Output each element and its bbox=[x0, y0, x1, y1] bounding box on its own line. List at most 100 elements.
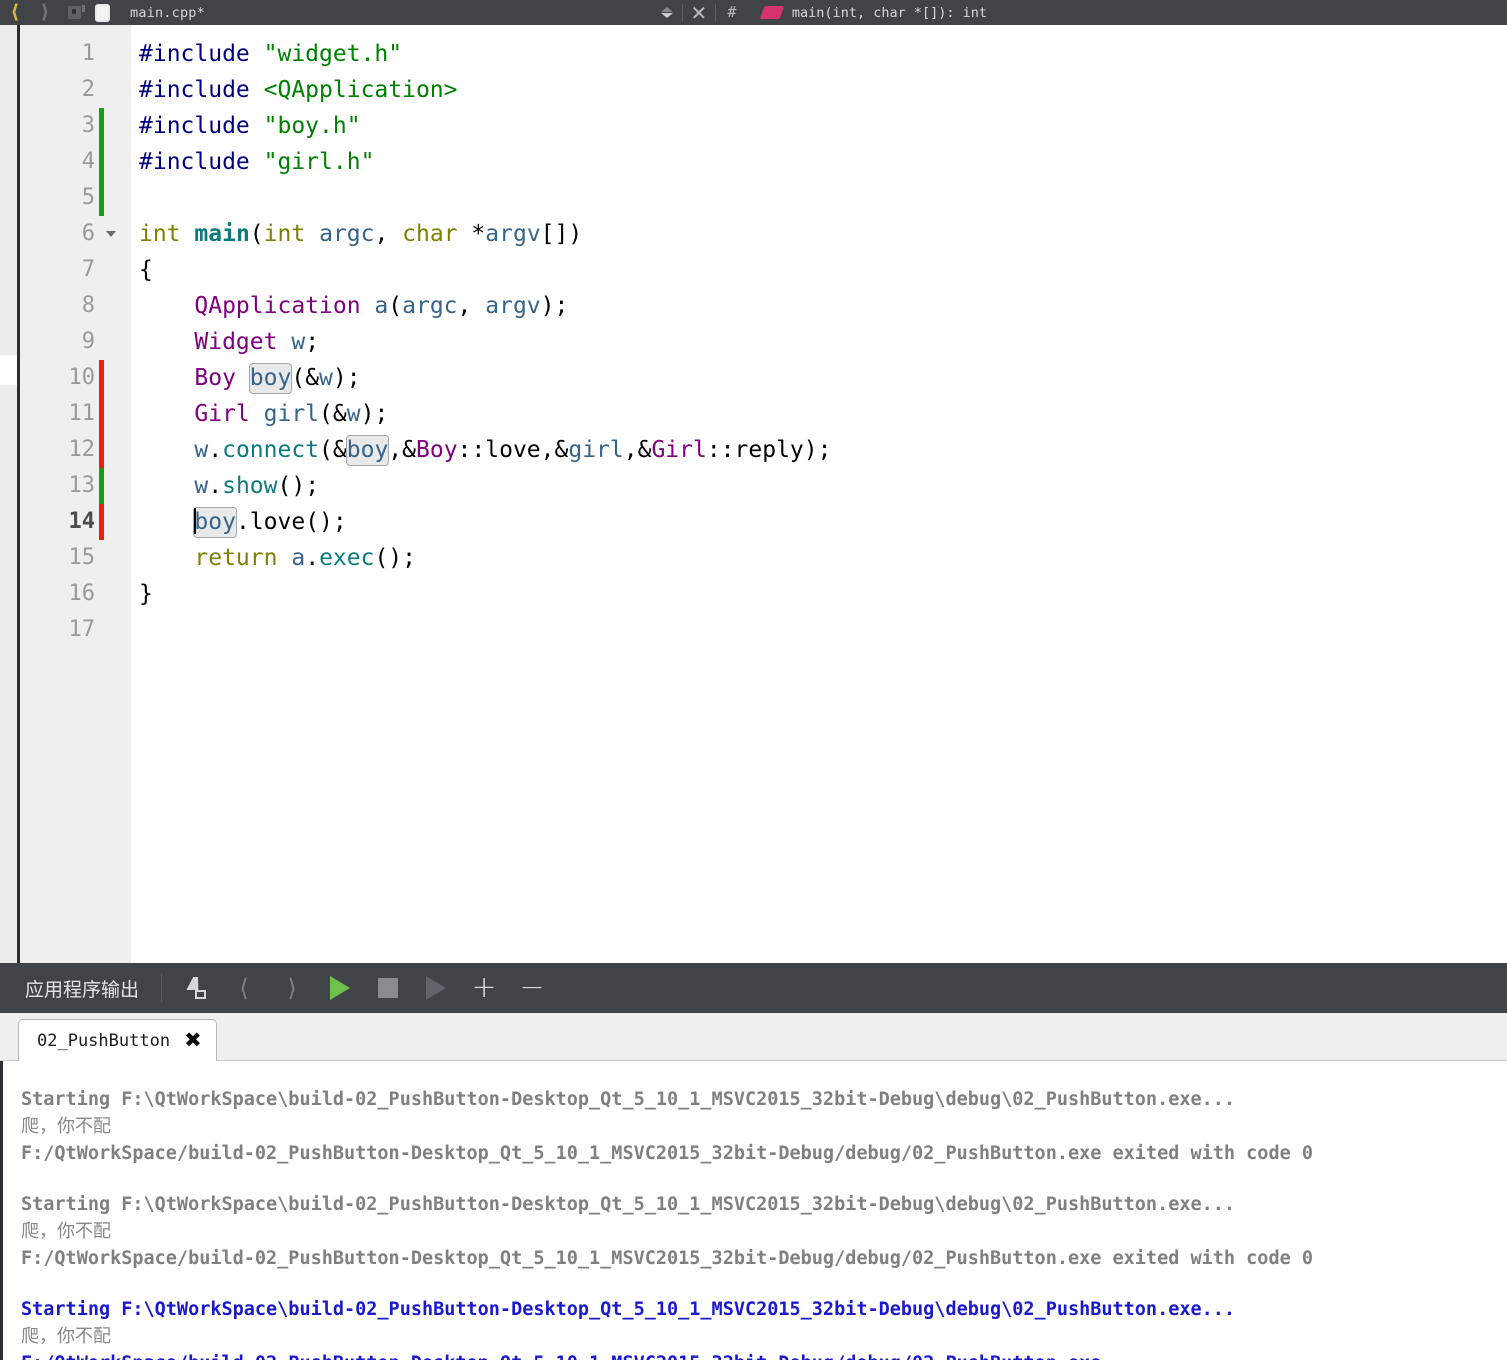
line-number: 10 bbox=[68, 365, 96, 390]
change-marker bbox=[99, 144, 104, 180]
gutter-row[interactable]: 5 bbox=[20, 180, 131, 216]
code-line[interactable]: w.show(); bbox=[131, 468, 1507, 504]
zoom-out-button[interactable]: − bbox=[508, 963, 556, 1013]
close-x-icon[interactable]: ✖ bbox=[184, 1030, 202, 1051]
output-console[interactable]: Starting F:\QtWorkSpace\build-02_PushBut… bbox=[0, 1061, 1507, 1360]
code-line[interactable]: int main(int argc, char *argv[]) bbox=[131, 216, 1507, 252]
fold-toggle-icon[interactable] bbox=[106, 231, 116, 237]
code-line[interactable] bbox=[131, 180, 1507, 216]
code-line[interactable]: Girl girl(&w); bbox=[131, 396, 1507, 432]
change-marker bbox=[99, 360, 104, 396]
occurrence-highlight: boy bbox=[193, 507, 237, 538]
editor-left-notch bbox=[0, 355, 17, 385]
stop-button[interactable] bbox=[364, 963, 412, 1013]
output-tab-label: 02_PushButton bbox=[37, 1030, 171, 1051]
code-editor[interactable]: 1 2 3 4 5 6 7 8 9 10 11 12 13 14 15 16 17 #include "widg… bbox=[0, 25, 1507, 963]
hash-icon: # bbox=[727, 3, 737, 21]
line-number: 3 bbox=[81, 113, 95, 138]
gutter-row[interactable]: 4 bbox=[20, 144, 131, 180]
symbol-selector[interactable]: main(int, char *[]): int bbox=[792, 5, 987, 21]
line-number: 1 bbox=[81, 41, 95, 66]
next-item-button[interactable]: ⟩ bbox=[268, 963, 316, 1013]
line-number: 13 bbox=[68, 473, 96, 498]
code-line[interactable]: } bbox=[131, 576, 1507, 612]
chevron-left-icon: ⟨ bbox=[10, 1, 20, 23]
change-marker bbox=[99, 468, 104, 504]
output-line: 爬，你不配 bbox=[21, 1326, 111, 1347]
line-number: 4 bbox=[81, 149, 95, 174]
lock-toggle-button[interactable] bbox=[60, 0, 88, 25]
chevron-left-icon: ⟨ bbox=[239, 974, 249, 1002]
code-line[interactable]: return a.exec(); bbox=[131, 540, 1507, 576]
line-number: 6 bbox=[81, 221, 95, 246]
gutter-row[interactable]: 16 bbox=[20, 576, 131, 612]
arrow-up-icon bbox=[660, 7, 673, 12]
line-number-column: 1 2 3 4 5 6 7 8 9 10 11 12 13 14 15 16 17 bbox=[20, 36, 131, 648]
zoom-in-button[interactable]: + bbox=[460, 963, 508, 1013]
line-number: 14 bbox=[68, 509, 96, 534]
gutter-row[interactable]: 6 bbox=[20, 216, 131, 252]
code-line[interactable]: #include "boy.h" bbox=[131, 108, 1507, 144]
output-pane-title: 应用程序输出 bbox=[25, 978, 140, 1001]
gutter-row[interactable]: 11 bbox=[20, 396, 131, 432]
code-line[interactable]: w.connect(&boy,&Boy::love,&girl,&Girl::r… bbox=[131, 432, 1507, 468]
code-line[interactable] bbox=[131, 612, 1507, 648]
close-document-button[interactable]: ✕ bbox=[685, 0, 713, 25]
code-line[interactable]: #include "girl.h" bbox=[131, 144, 1507, 180]
close-x-icon: ✕ bbox=[690, 0, 708, 25]
change-marker bbox=[99, 108, 104, 144]
toolbar-divider-1 bbox=[681, 3, 683, 22]
code-line[interactable]: QApplication a(argc, argv); bbox=[131, 288, 1507, 324]
gutter-row[interactable]: 7 bbox=[20, 252, 131, 288]
open-file-name[interactable]: main.cpp* bbox=[130, 5, 205, 21]
prev-item-button[interactable]: ⟨ bbox=[220, 963, 268, 1013]
line-number: 11 bbox=[68, 401, 96, 426]
debug-button[interactable] bbox=[412, 963, 460, 1013]
function-marker-icon bbox=[759, 6, 785, 19]
code-line[interactable]: Widget w; bbox=[131, 324, 1507, 360]
code-line[interactable]: #include "widget.h" bbox=[131, 36, 1507, 72]
gutter-row[interactable]: 1 bbox=[20, 36, 131, 72]
code-line[interactable]: boy.love(); bbox=[131, 504, 1507, 540]
debug-play-icon bbox=[426, 976, 447, 1000]
gutter-row[interactable]: 14 bbox=[20, 504, 131, 540]
gutter-row[interactable]: 13 bbox=[20, 468, 131, 504]
output-divider bbox=[161, 974, 163, 1002]
play-icon bbox=[330, 976, 351, 1000]
gutter-row[interactable]: 17 bbox=[20, 612, 131, 648]
gutter-row[interactable]: 2 bbox=[20, 72, 131, 108]
output-tab-02-pushbutton[interactable]: 02_PushButton ✖ bbox=[18, 1019, 217, 1061]
gutter-row[interactable]: 10 bbox=[20, 360, 131, 396]
line-number: 5 bbox=[81, 185, 95, 210]
code-line[interactable]: { bbox=[131, 252, 1507, 288]
gutter-row[interactable]: 3 bbox=[20, 108, 131, 144]
clear-button[interactable] bbox=[172, 963, 220, 1013]
code-text-area[interactable]: #include "widget.h" #include <QApplicatio… bbox=[131, 25, 1507, 963]
editor-gutter[interactable]: 1 2 3 4 5 6 7 8 9 10 11 12 13 14 15 16 17 bbox=[17, 25, 131, 963]
gutter-row[interactable]: 8 bbox=[20, 288, 131, 324]
output-line: Starting F:\QtWorkSpace\build-02_PushBut… bbox=[21, 1089, 1236, 1110]
document-selector-button[interactable] bbox=[88, 0, 116, 25]
split-editor-button[interactable]: # bbox=[718, 0, 746, 25]
output-blank-line bbox=[21, 1167, 1507, 1191]
arrow-down-icon bbox=[660, 13, 673, 18]
gutter-row[interactable]: 9 bbox=[20, 324, 131, 360]
editor-left-strip bbox=[0, 25, 17, 963]
occurrence-highlight: boy bbox=[248, 363, 293, 394]
stop-icon bbox=[378, 978, 399, 998]
navigate-back-button[interactable]: ⟨ bbox=[0, 0, 30, 25]
output-line: Starting F:\QtWorkSpace\build-02_PushBut… bbox=[21, 1299, 1236, 1320]
run-button[interactable] bbox=[316, 963, 364, 1013]
gutter-row[interactable]: 12 bbox=[20, 432, 131, 468]
toolbar-divider-2 bbox=[714, 3, 716, 22]
code-line[interactable]: Boy boy(&w); bbox=[131, 360, 1507, 396]
navigate-forward-button[interactable]: ⟩ bbox=[30, 0, 60, 25]
line-number: 17 bbox=[68, 617, 96, 642]
document-icon bbox=[94, 3, 110, 22]
gutter-row[interactable]: 15 bbox=[20, 540, 131, 576]
output-line-list: Starting F:\QtWorkSpace\build-02_PushBut… bbox=[21, 1086, 1507, 1360]
file-dropdown-button[interactable] bbox=[654, 0, 680, 25]
line-number: 12 bbox=[68, 437, 96, 462]
code-line[interactable]: #include <QApplication> bbox=[131, 72, 1507, 108]
output-line: F:/QtWorkSpace/build-02_PushButton-Deskt… bbox=[21, 1248, 1314, 1269]
